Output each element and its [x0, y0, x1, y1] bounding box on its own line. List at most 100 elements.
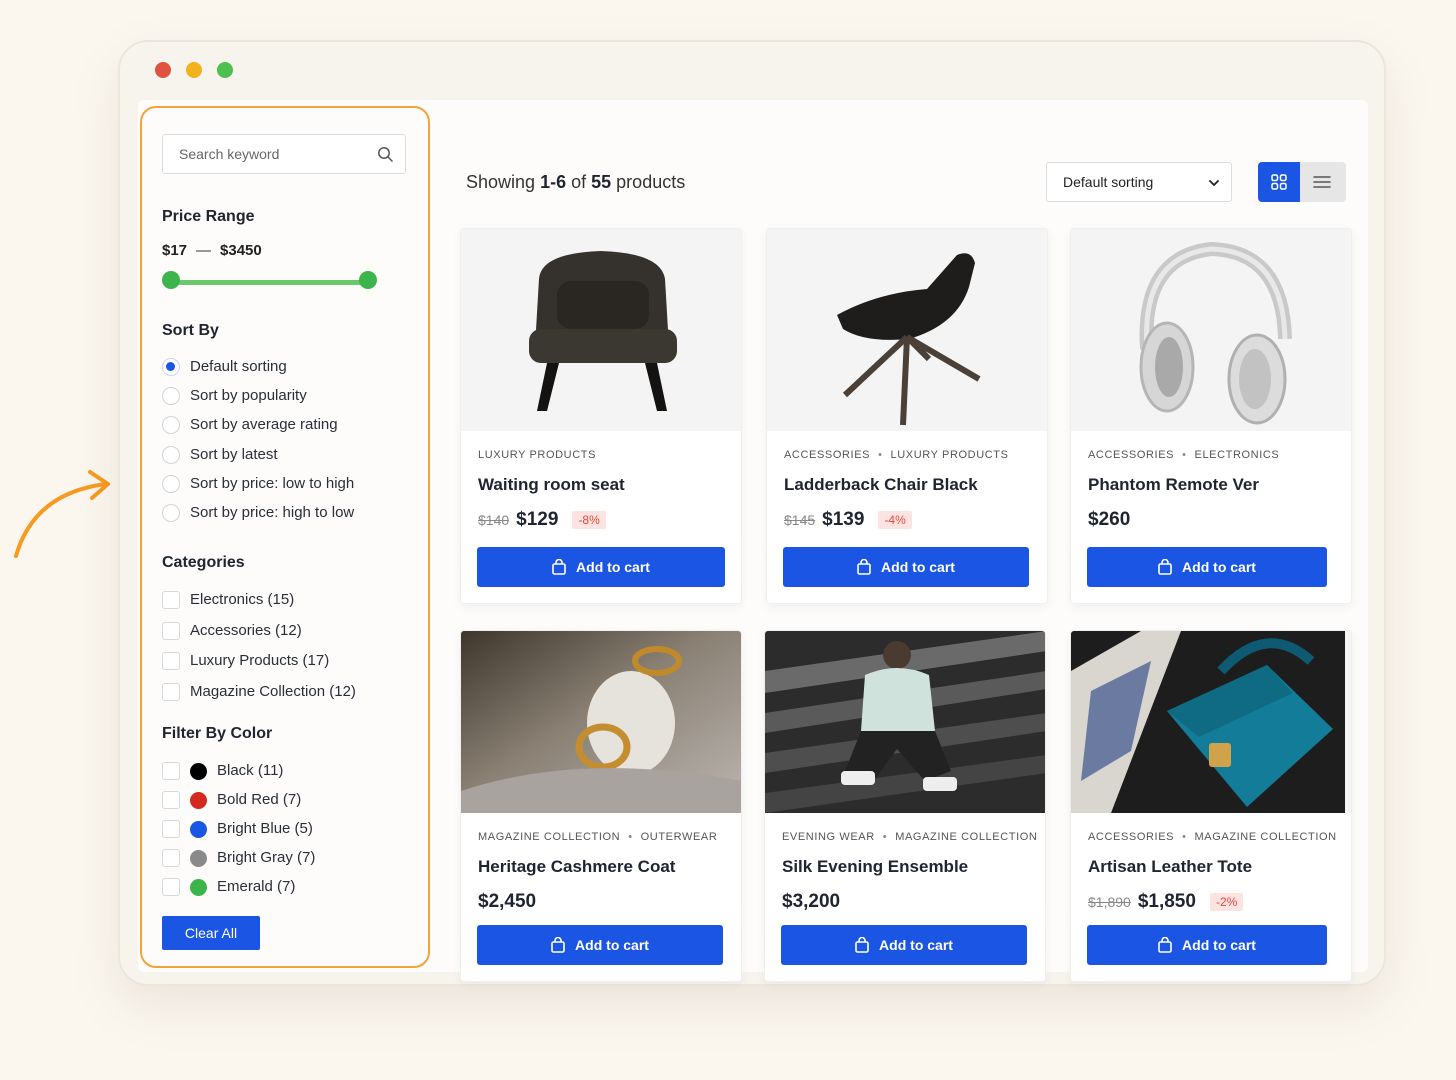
color-item[interactable]: Bright Blue (5) — [162, 820, 315, 849]
category-item[interactable]: Luxury Products (17) — [162, 652, 356, 683]
add-to-cart-label: Add to cart — [576, 559, 650, 575]
color-item[interactable]: Emerald (7) — [162, 878, 315, 907]
color-swatch — [190, 879, 207, 896]
list-view-button[interactable] — [1300, 162, 1346, 202]
price-max: $3450 — [220, 242, 262, 259]
ladderback-chair-image — [767, 229, 1047, 431]
product-card[interactable]: MAGAZINE COLLECTION • OUTERWEAR Heritage C… — [460, 630, 742, 982]
headphones-image — [1071, 229, 1345, 431]
search-input[interactable] — [163, 135, 363, 173]
radio[interactable] — [162, 416, 180, 435]
radio[interactable] — [162, 503, 180, 522]
category-tag[interactable]: LUXURY PRODUCTS — [478, 449, 596, 461]
close-window-dot[interactable] — [155, 62, 171, 78]
category-tag[interactable]: ACCESSORIES — [784, 449, 870, 461]
category-label: Accessories (12) — [190, 621, 302, 639]
product-card[interactable]: EVENING WEAR • MAGAZINE COLLECTION Silk Ev… — [764, 630, 1046, 982]
product-card[interactable]: LUXURY PRODUCTS Waiting room seat $140 $… — [460, 228, 742, 604]
category-separator: • — [1182, 831, 1187, 843]
category-item[interactable]: Magazine Collection (12) — [162, 682, 356, 714]
sort-option[interactable]: Sort by price: low to high — [162, 474, 354, 504]
product-image[interactable] — [1071, 631, 1351, 813]
product-card[interactable]: ACCESSORIES • LUXURY PRODUCTS Ladderback C… — [766, 228, 1048, 604]
radio-selected[interactable] — [162, 358, 180, 376]
price-slider-max-handle[interactable] — [359, 271, 377, 289]
shopping-bag-icon — [1158, 937, 1172, 953]
clear-all-button[interactable]: Clear All — [162, 916, 260, 950]
sort-option[interactable]: Default sorting — [162, 358, 354, 387]
add-to-cart-button[interactable]: Add to cart — [1087, 925, 1327, 965]
color-swatch — [190, 821, 207, 838]
product-card[interactable]: ACCESSORIES • ELECTRONICS Phantom Remote V… — [1070, 228, 1352, 604]
price-slider-min-handle[interactable] — [162, 271, 180, 289]
color-label: Bright Gray (7) — [217, 849, 316, 866]
product-name[interactable]: Waiting room seat — [478, 475, 625, 495]
product-prices: $2,450 — [478, 891, 536, 913]
product-name[interactable]: Silk Evening Ensemble — [782, 857, 968, 877]
product-prices: $1,890 $1,850 -2% — [1088, 891, 1244, 913]
product-image[interactable] — [765, 631, 1045, 813]
radio[interactable] — [162, 387, 180, 406]
category-tag[interactable]: ACCESSORIES — [1088, 449, 1174, 461]
radio[interactable] — [162, 445, 180, 464]
minimize-window-dot[interactable] — [186, 62, 202, 78]
product-image[interactable] — [767, 229, 1047, 431]
add-to-cart-button[interactable]: Add to cart — [1087, 547, 1327, 587]
sort-dropdown[interactable]: Default sorting — [1046, 162, 1232, 202]
category-tag[interactable]: OUTERWEAR — [641, 831, 718, 843]
checkbox[interactable] — [162, 820, 180, 838]
product-name[interactable]: Heritage Cashmere Coat — [478, 857, 675, 877]
checkbox[interactable] — [162, 762, 180, 780]
maximize-window-dot[interactable] — [217, 62, 233, 78]
price-min: $17 — [162, 242, 188, 259]
radio[interactable] — [162, 474, 180, 493]
sort-option[interactable]: Sort by average rating — [162, 416, 354, 445]
category-tag[interactable]: LUXURY PRODUCTS — [891, 449, 1009, 461]
shopping-bag-icon — [1158, 559, 1172, 575]
search-icon[interactable] — [377, 146, 393, 162]
results-range: 1-6 — [540, 172, 567, 192]
category-separator: • — [1182, 449, 1187, 461]
color-item[interactable]: Bright Gray (7) — [162, 849, 315, 878]
sort-option[interactable]: Sort by popularity — [162, 387, 354, 416]
shopping-bag-icon — [552, 559, 566, 575]
checkbox[interactable] — [162, 621, 180, 640]
category-tag[interactable]: EVENING WEAR — [782, 831, 875, 843]
category-item[interactable]: Accessories (12) — [162, 621, 356, 653]
add-to-cart-label: Add to cart — [881, 559, 955, 575]
color-item[interactable]: Bold Red (7) — [162, 791, 315, 820]
add-to-cart-button[interactable]: Add to cart — [781, 925, 1027, 965]
shopping-bag-icon — [551, 937, 565, 953]
price-slider-track[interactable] — [170, 280, 368, 285]
sort-option-label: Sort by price: high to low — [190, 503, 355, 521]
sort-option[interactable]: Sort by price: high to low — [162, 503, 355, 533]
category-tag[interactable]: ACCESSORIES — [1088, 831, 1174, 843]
product-image[interactable] — [461, 229, 741, 431]
checkbox[interactable] — [162, 849, 180, 867]
checkbox[interactable] — [162, 791, 180, 809]
category-separator: • — [878, 449, 883, 461]
checkbox[interactable] — [162, 682, 180, 701]
checkbox[interactable] — [162, 652, 180, 670]
checkbox[interactable] — [162, 591, 180, 609]
category-tag[interactable]: ELECTRONICS — [1195, 449, 1280, 461]
sort-option[interactable]: Sort by latest — [162, 445, 354, 475]
sale-price: $139 — [822, 509, 865, 530]
grid-view-button[interactable] — [1258, 162, 1300, 202]
product-name[interactable]: Artisan Leather Tote — [1088, 857, 1252, 877]
category-tag[interactable]: MAGAZINE COLLECTION — [1195, 831, 1337, 843]
category-tag[interactable]: MAGAZINE COLLECTION — [895, 831, 1037, 843]
checkbox[interactable] — [162, 878, 180, 896]
add-to-cart-button[interactable]: Add to cart — [783, 547, 1029, 587]
add-to-cart-button[interactable]: Add to cart — [477, 547, 725, 587]
category-tag[interactable]: MAGAZINE COLLECTION — [478, 831, 620, 843]
add-to-cart-button[interactable]: Add to cart — [477, 925, 723, 965]
product-name[interactable]: Phantom Remote Ver — [1088, 475, 1259, 495]
product-image[interactable] — [461, 631, 741, 813]
product-image[interactable] — [1071, 229, 1351, 431]
color-item[interactable]: Black (11) — [162, 762, 315, 791]
product-name[interactable]: Ladderback Chair Black — [784, 475, 978, 495]
product-card[interactable]: ACCESSORIES • MAGAZINE COLLECTION Artisan … — [1070, 630, 1352, 982]
filter-color-heading: Filter By Color — [162, 725, 273, 742]
category-item[interactable]: Electronics (15) — [162, 591, 356, 622]
